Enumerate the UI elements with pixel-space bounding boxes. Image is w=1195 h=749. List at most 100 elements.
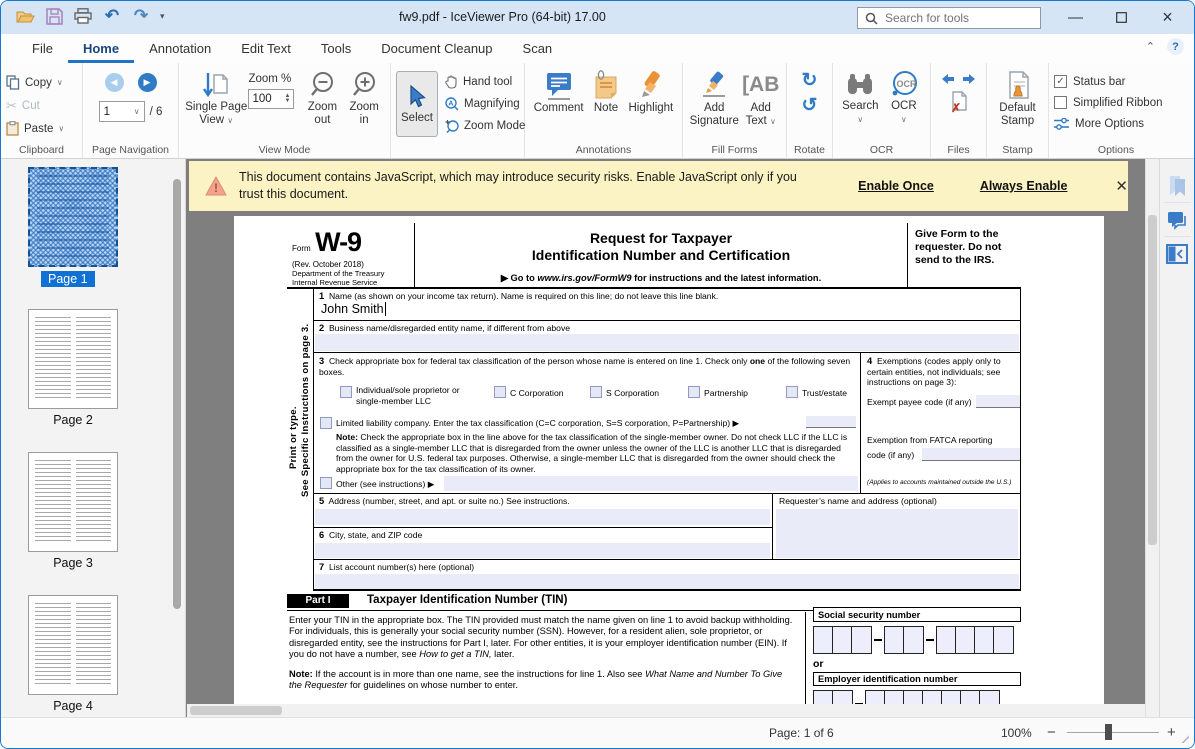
highlight-button[interactable]: Highlight [628, 70, 673, 142]
page-1-label[interactable]: Page 1 [41, 271, 95, 287]
tab-scan[interactable]: Scan [508, 34, 568, 63]
add-signature-button[interactable]: AddSignature [690, 70, 739, 142]
rotate-counterclockwise-icon[interactable]: ↺ [802, 95, 818, 116]
default-stamp-button[interactable]: DefaultStamp [999, 70, 1035, 142]
print-icon[interactable] [73, 6, 93, 26]
ssn-boxes[interactable] [813, 626, 1021, 654]
page-1-thumbnail-selected[interactable] [28, 167, 118, 267]
ocr-button[interactable]: OCR OCR∨ [887, 70, 921, 142]
undo-icon[interactable]: ↶ [102, 6, 122, 26]
comments-panel-button[interactable] [1164, 203, 1191, 237]
exempt-payee-code-field[interactable] [976, 395, 1020, 408]
bookmarks-panel-button[interactable] [1164, 169, 1191, 203]
note-button[interactable]: Note [591, 70, 621, 142]
thumbnail-page-3[interactable]: Page 3 [28, 452, 118, 570]
copy-button[interactable]: Copy∨ [6, 72, 64, 93]
name-field-value[interactable]: John Smith​ [321, 302, 386, 316]
tab-document-cleanup[interactable]: Document Cleanup [366, 34, 507, 63]
other-instructions-field[interactable] [444, 476, 858, 491]
checkbox-s-corporation[interactable] [590, 386, 602, 398]
warning-text: This document contains JavaScript, which… [239, 169, 812, 203]
more-options-button[interactable]: More Options [1054, 114, 1178, 133]
checkbox-llc[interactable] [320, 417, 332, 429]
zoom-slider-track[interactable] [1067, 732, 1159, 733]
zoom-slider-minus-icon[interactable]: − [1047, 724, 1056, 741]
resize-grip[interactable] [1178, 732, 1189, 743]
next-page-button[interactable]: ▶ [138, 73, 157, 92]
zoom-mode-button[interactable]: Zoom Mode [445, 115, 525, 136]
page-4-label[interactable]: Page 4 [28, 699, 118, 713]
zoom-slider-handle[interactable] [1105, 724, 1112, 740]
zoom-percent-spinner[interactable]: 100 ▲▼ [248, 89, 294, 109]
zoom-in-button[interactable]: Zoomin [343, 71, 385, 142]
collapse-ribbon-icon[interactable]: ⌃ [1146, 40, 1155, 53]
tab-file[interactable]: File [17, 34, 68, 63]
close-file-icon[interactable]: ✗ [950, 91, 968, 113]
checkbox-individual[interactable] [340, 386, 352, 398]
maximize-button[interactable] [1099, 1, 1144, 33]
cut-button[interactable]: ✂ Cut [6, 95, 64, 116]
tab-home[interactable]: Home [68, 34, 134, 63]
llc-classification-field[interactable] [806, 416, 856, 428]
panel-layout-icon [1166, 244, 1188, 264]
city-state-zip-field[interactable] [315, 543, 770, 558]
checkbox-other[interactable] [320, 477, 332, 489]
business-name-field[interactable] [315, 334, 1019, 351]
thumbnail-page-4[interactable]: Page 4 [28, 595, 118, 713]
zoom-slider-plus-icon[interactable]: + [1167, 724, 1176, 741]
add-text-button[interactable]: [AB Add Text ∨ [742, 70, 779, 142]
document-horizontal-scrollbar[interactable] [187, 704, 1145, 717]
page-number-combobox[interactable]: 1∨ [99, 101, 145, 122]
select-tool-button[interactable]: Select [396, 71, 438, 137]
search-for-tools-box[interactable] [857, 7, 1041, 29]
thumbnails-scrollbar[interactable] [172, 179, 182, 697]
enable-once-link[interactable]: Enable Once [858, 179, 934, 193]
tab-annotation[interactable]: Annotation [134, 34, 226, 63]
status-bar-checkbox[interactable]: ✓ [1054, 75, 1067, 88]
close-button[interactable]: × [1145, 1, 1190, 33]
open-file-icon[interactable] [15, 6, 35, 26]
single-page-view-button[interactable]: Single Page View ∨ [184, 71, 248, 142]
panel-layout-button[interactable] [1164, 237, 1191, 271]
search-input[interactable] [885, 11, 1015, 25]
account-numbers-field[interactable] [315, 574, 1019, 589]
previous-file-icon[interactable] [940, 73, 955, 85]
paste-button[interactable]: Paste∨ [6, 118, 64, 139]
fatca-code-field[interactable] [922, 448, 1020, 461]
magnifying-button[interactable]: A Magnifying [445, 93, 525, 114]
simplified-ribbon-checkbox[interactable] [1054, 96, 1067, 109]
rotate-clockwise-icon[interactable]: ↻ [802, 70, 818, 91]
minimize-button[interactable]: — [1053, 1, 1098, 33]
hand-tool-button[interactable]: Hand tool [445, 71, 525, 92]
redo-icon[interactable]: ↷ [131, 6, 151, 26]
requester-name-field[interactable] [776, 509, 1018, 558]
warning-close-icon[interactable]: ✕ [1115, 177, 1128, 195]
thumbnail-page-2[interactable]: Page 2 [28, 309, 118, 427]
comment-button[interactable]: Comment [534, 70, 584, 142]
status-bar-checkbox-row[interactable]: ✓ Status bar [1054, 72, 1178, 91]
simplified-ribbon-checkbox-row[interactable]: Simplified Ribbon [1054, 93, 1178, 112]
group-stamp: DefaultStamp Stamp [987, 63, 1049, 158]
document-vertical-scrollbar[interactable] [1145, 159, 1159, 717]
tab-tools[interactable]: Tools [306, 34, 366, 63]
page-2-label[interactable]: Page 2 [28, 413, 118, 427]
checkbox-c-corporation[interactable] [494, 386, 506, 398]
zoom-in-icon [351, 71, 378, 101]
help-icon[interactable]: ? [1167, 38, 1184, 55]
quick-access-dropdown-icon[interactable]: ▾ [160, 11, 165, 22]
next-file-icon[interactable] [962, 73, 977, 85]
always-enable-link[interactable]: Always Enable [980, 179, 1068, 193]
search-ocr-button[interactable]: Search∨ [842, 70, 878, 142]
address-field[interactable] [315, 509, 770, 525]
checkbox-trust-estate[interactable] [786, 386, 798, 398]
checkbox-partnership[interactable] [688, 386, 700, 398]
status-bar: Page: 1 of 6 100% − + [1, 717, 1194, 748]
save-icon[interactable] [44, 6, 64, 26]
main-content: Page 1 Page 2 Page 3 Page 4 ! This docum… [1, 159, 1194, 717]
tab-edit-text[interactable]: Edit Text [226, 34, 306, 63]
zoom-out-button[interactable]: Zoomout [302, 71, 344, 142]
bookmark-icon [1167, 175, 1187, 197]
page-3-label[interactable]: Page 3 [28, 556, 118, 570]
previous-page-button[interactable]: ◀ [105, 73, 124, 92]
thumbnail-page-1[interactable]: Page 1 [28, 167, 118, 288]
